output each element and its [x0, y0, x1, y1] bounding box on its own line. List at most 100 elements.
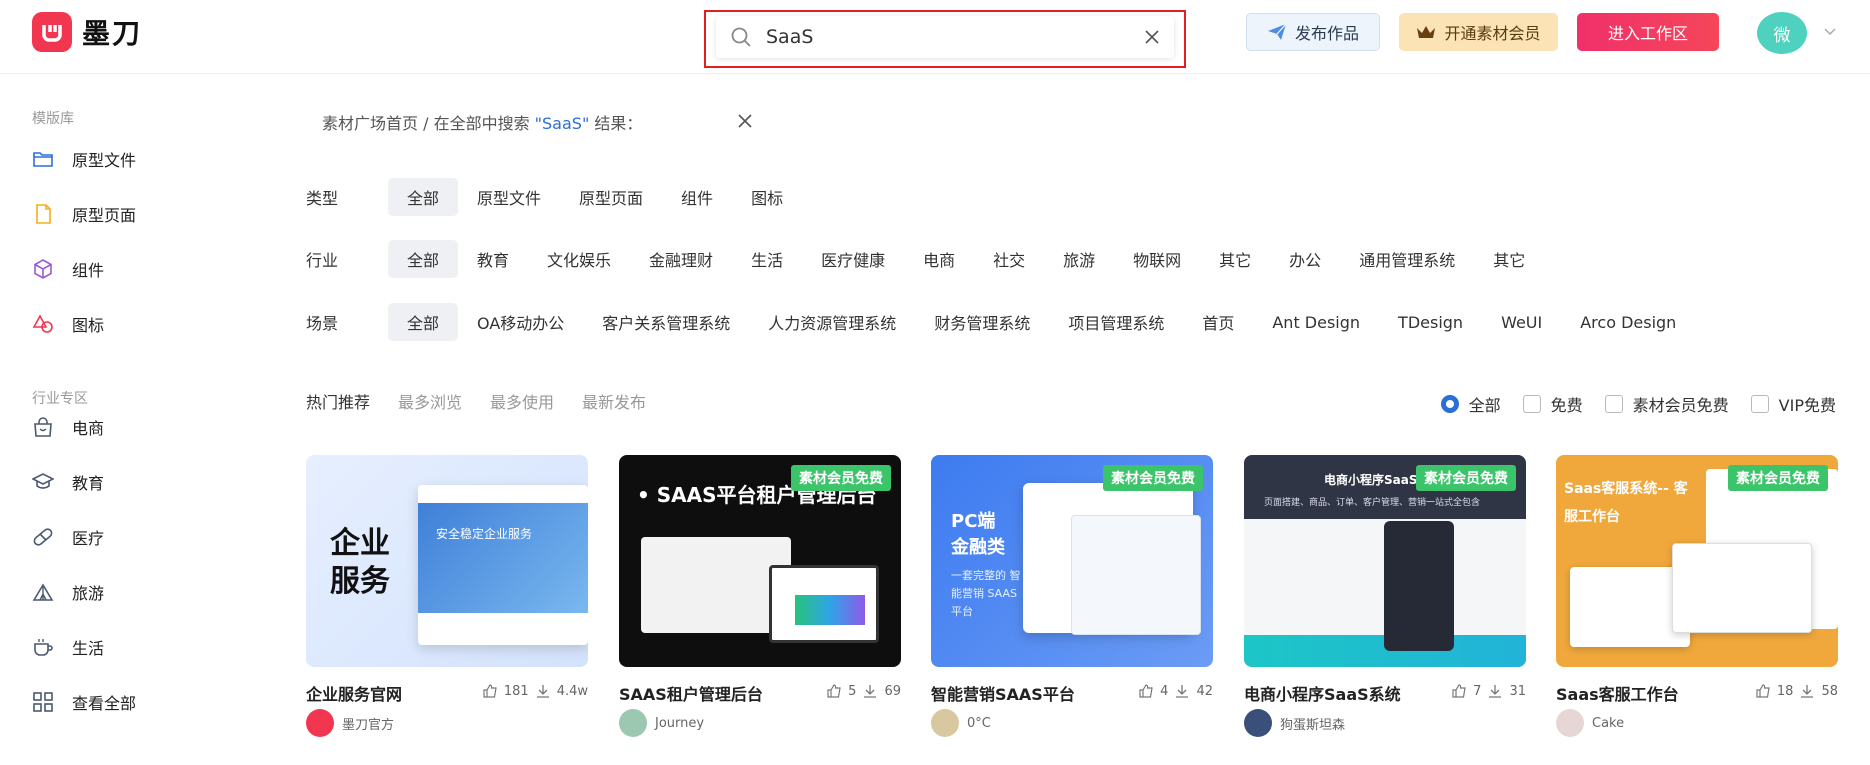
sidebar-item-label: 电商	[72, 419, 105, 438]
filter-option[interactable]: 文化娱乐	[528, 240, 630, 278]
user-avatar[interactable]: 微	[1757, 12, 1807, 54]
thumbs-up-icon[interactable]	[1451, 683, 1467, 699]
card-thumbnail[interactable]: • SAAS平台租户管理后台 素材会员免费	[619, 455, 901, 667]
filter-option[interactable]: 办公	[1270, 240, 1340, 278]
search-input[interactable]	[766, 26, 1144, 48]
filter-option[interactable]: 人力资源管理系统	[749, 303, 915, 341]
sidebar-item-education[interactable]: 教育	[32, 467, 104, 497]
card-author[interactable]: Cake	[1556, 709, 1624, 737]
like-count: 7	[1473, 683, 1482, 699]
search-icon	[731, 27, 751, 47]
filter-option[interactable]: 全部	[388, 178, 459, 216]
clear-search-icon[interactable]	[1144, 29, 1160, 45]
card-author[interactable]: 狗蛋斯坦森	[1244, 709, 1345, 737]
filter-option[interactable]: 项目管理系统	[1049, 303, 1183, 341]
card-author[interactable]: Journey	[619, 709, 704, 737]
filter-option[interactable]: 通用管理系统	[1340, 240, 1474, 278]
card-stats: 181 4.4w	[482, 683, 588, 699]
sort-tab-views[interactable]: 最多浏览	[398, 389, 462, 413]
download-icon[interactable]	[535, 683, 551, 699]
template-card[interactable]: Saas客服系统-- 客服工作台 素材会员免费 Saas客服工作台 18 58 …	[1556, 455, 1838, 737]
sort-tab-newest[interactable]: 最新发布	[582, 389, 646, 413]
template-card[interactable]: PC端 金融类 一套完整的 智能营销 SAAS平台 素材会员免费 智能营销SAA…	[931, 455, 1213, 737]
filter-option[interactable]: 客户关系管理系统	[583, 303, 749, 341]
filter-option[interactable]: Ant Design	[1253, 303, 1379, 341]
filter-option[interactable]: 社交	[974, 240, 1044, 278]
card-thumbnail[interactable]: 电商小程序SaaS系统 页面搭建、商品、订单、客户管理、营销一站式全包含 素材会…	[1244, 455, 1526, 667]
card-author[interactable]: 墨刀官方	[306, 709, 394, 737]
pricing-member-free-checkbox[interactable]: 素材会员免费	[1604, 392, 1729, 416]
clear-filter-icon[interactable]	[737, 113, 753, 129]
card-title[interactable]: 智能营销SAAS平台	[931, 681, 1075, 705]
search-box[interactable]	[716, 16, 1174, 58]
sidebar-item-travel[interactable]: 旅游	[32, 577, 104, 607]
filter-option[interactable]: 原型文件	[458, 178, 560, 216]
filter-option[interactable]: 全部	[388, 240, 459, 278]
filter-option[interactable]: 教育	[458, 240, 528, 278]
filter-label: 场景	[306, 314, 339, 333]
thumbs-up-icon[interactable]	[1138, 683, 1154, 699]
filter-option[interactable]: 其它	[1474, 240, 1544, 278]
thumbs-up-icon[interactable]	[482, 683, 498, 699]
filter-option[interactable]: 旅游	[1044, 240, 1114, 278]
pricing-all-radio[interactable]: 全部	[1440, 392, 1501, 416]
filter-option[interactable]: 图标	[732, 178, 802, 216]
filter-option[interactable]: 全部	[388, 303, 459, 341]
filter-option[interactable]: 物联网	[1114, 240, 1200, 278]
sidebar-item-medical[interactable]: 医疗	[32, 522, 104, 552]
download-icon[interactable]	[862, 683, 878, 699]
template-card[interactable]: 电商小程序SaaS系统 页面搭建、商品、订单、客户管理、营销一站式全包含 素材会…	[1244, 455, 1526, 737]
sidebar-item-prototype-files[interactable]: 原型文件	[32, 144, 136, 174]
card-title[interactable]: 企业服务官网	[306, 681, 402, 705]
filter-option[interactable]: 生活	[732, 240, 802, 278]
filter-option[interactable]: 医疗健康	[802, 240, 904, 278]
filter-option[interactable]: OA移动办公	[458, 303, 583, 341]
sidebar-item-life[interactable]: 生活	[32, 632, 104, 662]
breadcrumb-prefix[interactable]: 素材广场首页 / 在全部中搜索	[322, 114, 535, 133]
download-icon[interactable]	[1487, 683, 1503, 699]
filter-option[interactable]: 金融理财	[630, 240, 732, 278]
card-title[interactable]: 电商小程序SaaS系统	[1244, 681, 1401, 705]
sidebar-item-ecommerce[interactable]: 电商	[32, 412, 104, 442]
download-icon[interactable]	[1174, 683, 1190, 699]
sidebar-item-view-all[interactable]: 查看全部	[32, 687, 136, 717]
publish-button[interactable]: 发布作品	[1246, 13, 1380, 51]
card-title[interactable]: SAAS租户管理后台	[619, 681, 763, 705]
filter-option[interactable]: Arco Design	[1561, 303, 1695, 341]
logo[interactable]: 墨刀	[32, 12, 142, 52]
pricing-label: VIP免费	[1778, 396, 1836, 415]
sidebar-item-components[interactable]: 组件	[32, 254, 104, 284]
cube-icon	[34, 259, 52, 279]
card-title[interactable]: Saas客服工作台	[1556, 681, 1679, 705]
sort-tab-uses[interactable]: 最多使用	[490, 389, 554, 413]
filter-label: 行业	[306, 251, 339, 270]
chevron-down-icon[interactable]	[1823, 24, 1837, 38]
filter-option[interactable]: 首页	[1183, 303, 1253, 341]
card-thumbnail[interactable]: PC端 金融类 一套完整的 智能营销 SAAS平台 素材会员免费	[931, 455, 1213, 667]
member-free-badge: 素材会员免费	[1728, 465, 1828, 491]
thumbs-up-icon[interactable]	[826, 683, 842, 699]
sidebar-item-prototype-pages[interactable]: 原型页面	[32, 199, 136, 229]
enter-workspace-button[interactable]: 进入工作区	[1577, 13, 1719, 51]
filter-option[interactable]: TDesign	[1379, 303, 1482, 341]
card-thumbnail[interactable]: Saas客服系统-- 客服工作台 素材会员免费	[1556, 455, 1838, 667]
filter-option[interactable]: 财务管理系统	[915, 303, 1049, 341]
sort-tab-hot[interactable]: 热门推荐	[306, 389, 370, 413]
card-thumbnail[interactable]: 企业服务 安全稳定企业服务	[306, 455, 588, 667]
download-icon[interactable]	[1799, 683, 1815, 699]
filter-option[interactable]: 组件	[662, 178, 732, 216]
thumbs-up-icon[interactable]	[1755, 683, 1771, 699]
member-free-badge: 素材会员免费	[1103, 465, 1203, 491]
card-stats: 7 31	[1451, 683, 1526, 699]
template-card[interactable]: • SAAS平台租户管理后台 素材会员免费 SAAS租户管理后台 5 69 Jo…	[619, 455, 901, 737]
pricing-vip-free-checkbox[interactable]: VIP免费	[1750, 392, 1836, 416]
filter-option[interactable]: WeUI	[1482, 303, 1561, 341]
card-author[interactable]: 0°C	[931, 709, 991, 737]
filter-option[interactable]: 其它	[1200, 240, 1270, 278]
pricing-free-checkbox[interactable]: 免费	[1522, 392, 1583, 416]
filter-option[interactable]: 原型页面	[560, 178, 662, 216]
template-card[interactable]: 企业服务 安全稳定企业服务 企业服务官网 181 4.4w 墨刀官方	[306, 455, 588, 737]
filter-option[interactable]: 电商	[904, 240, 974, 278]
open-vip-button[interactable]: 开通素材会员	[1399, 13, 1558, 51]
sidebar-item-icons[interactable]: 图标	[32, 309, 104, 339]
